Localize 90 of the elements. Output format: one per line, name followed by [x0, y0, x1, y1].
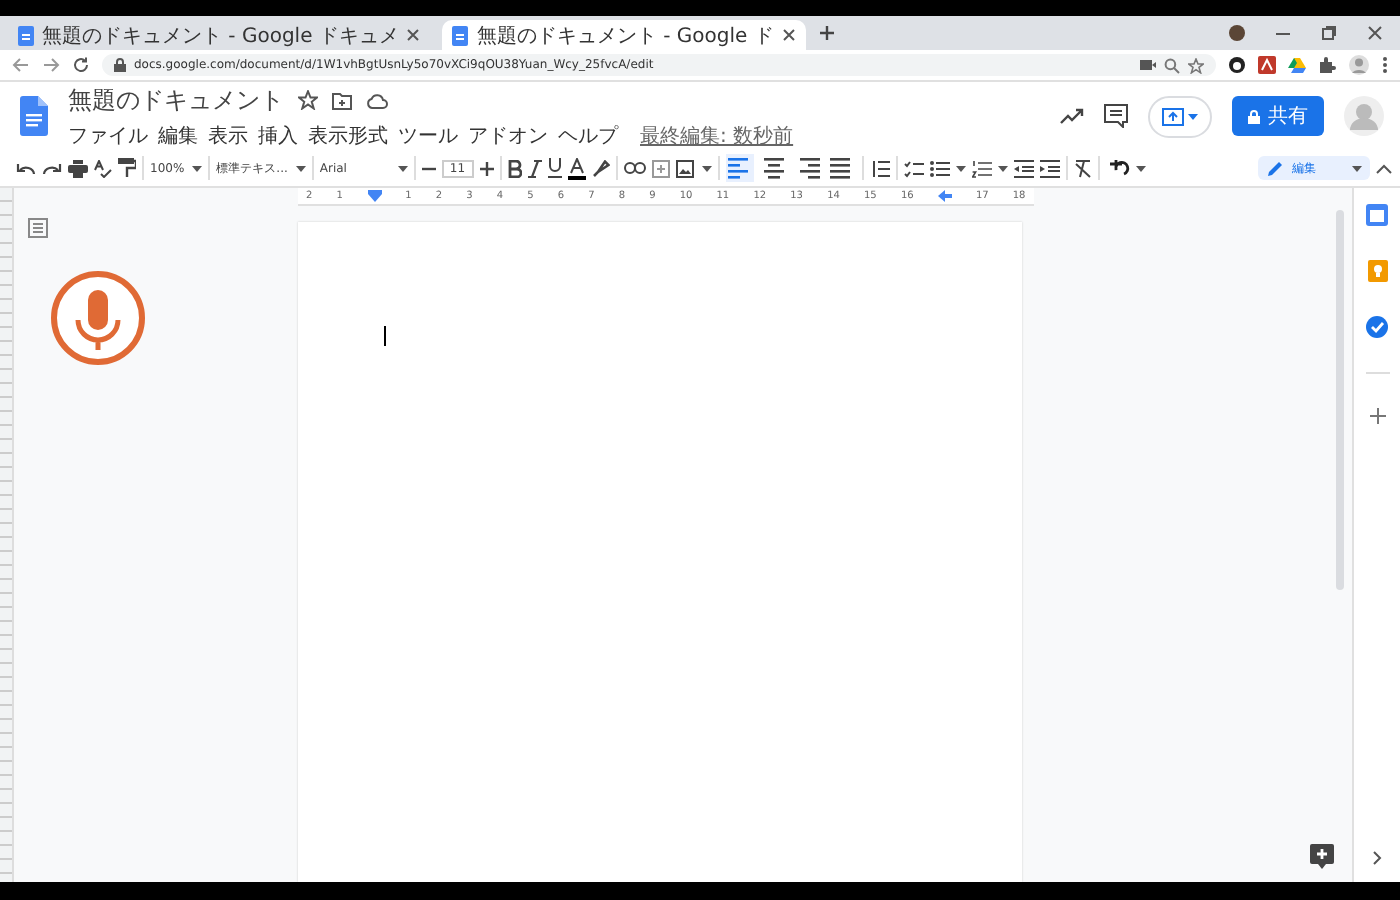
- restore-icon[interactable]: [1320, 24, 1338, 42]
- outline-icon[interactable]: [28, 218, 48, 238]
- italic-icon[interactable]: [527, 159, 542, 177]
- more-icon[interactable]: [1382, 56, 1388, 74]
- puzzle-icon[interactable]: [1318, 56, 1336, 74]
- right-indent-marker-icon[interactable]: [937, 190, 952, 202]
- lock-icon: [114, 58, 126, 72]
- trend-icon[interactable]: [1060, 108, 1084, 124]
- highlighter-icon[interactable]: [591, 159, 610, 177]
- caret-icon: [295, 165, 306, 171]
- profile-icon[interactable]: [1228, 24, 1246, 42]
- avatar-icon[interactable]: [1348, 54, 1370, 76]
- expand-icon[interactable]: [1372, 850, 1382, 866]
- close-icon[interactable]: [781, 28, 796, 42]
- close-icon[interactable]: [406, 28, 421, 42]
- caret-icon: [701, 165, 712, 171]
- increase-indent-icon[interactable]: [1039, 159, 1060, 177]
- menu-item[interactable]: ツール: [398, 121, 458, 149]
- add-comment-icon[interactable]: [1308, 842, 1336, 870]
- undo-icon[interactable]: [16, 161, 36, 175]
- menu-item[interactable]: ファイル: [68, 121, 148, 149]
- forward-icon[interactable]: [42, 56, 60, 74]
- print-icon[interactable]: [68, 159, 88, 177]
- menu-item[interactable]: アドオン: [468, 121, 548, 149]
- plus-icon[interactable]: [479, 161, 494, 175]
- star-icon[interactable]: [298, 90, 318, 110]
- cloud-icon[interactable]: [366, 91, 388, 109]
- present-button[interactable]: [1148, 95, 1212, 137]
- pencil-icon: [1266, 159, 1284, 177]
- caret-icon: [1188, 113, 1198, 119]
- menu-item[interactable]: 挿入: [258, 121, 298, 149]
- calendar-icon[interactable]: [1366, 204, 1388, 226]
- extension-icon[interactable]: [1228, 56, 1246, 74]
- decrease-indent-icon[interactable]: [1013, 159, 1034, 177]
- present-icon: [1162, 107, 1184, 125]
- caret-icon: [192, 165, 203, 171]
- lock-icon: [1248, 109, 1260, 123]
- indent-marker-icon[interactable]: [367, 190, 381, 202]
- last-edit-link[interactable]: 最終編集: 数秒前: [640, 121, 794, 149]
- new-tab-icon[interactable]: [817, 24, 836, 42]
- caret-icon[interactable]: [1135, 165, 1146, 171]
- caret-icon: [1352, 165, 1362, 171]
- document-title[interactable]: 無題のドキュメント: [68, 83, 284, 117]
- numbered-list-icon[interactable]: [971, 159, 992, 177]
- tasks-icon[interactable]: [1366, 316, 1388, 338]
- plus-icon[interactable]: [1369, 408, 1385, 424]
- tab-title: 無題のドキュメント - Google ドキュメ: [42, 23, 399, 49]
- menu-item[interactable]: 表示形式: [308, 121, 388, 149]
- line-spacing-icon[interactable]: [869, 159, 890, 177]
- star-icon[interactable]: [1188, 57, 1204, 73]
- document-icon: [18, 25, 34, 45]
- collapse-icon[interactable]: [1376, 163, 1392, 173]
- paint-format-icon[interactable]: [118, 158, 136, 178]
- folder-icon[interactable]: [332, 91, 352, 109]
- image-dropdown[interactable]: [675, 159, 712, 177]
- text-color-icon[interactable]: [567, 157, 586, 179]
- browser-tab[interactable]: 無題のドキュメント - Google ドキュメ: [8, 20, 431, 50]
- align-left-icon[interactable]: [725, 154, 754, 182]
- document-icon: [452, 25, 469, 45]
- bullet-list-icon[interactable]: [929, 159, 950, 177]
- image-icon: [675, 159, 694, 177]
- link-icon[interactable]: [623, 162, 646, 174]
- caret-icon[interactable]: [955, 165, 966, 171]
- back-icon[interactable]: [12, 56, 30, 74]
- align-center-icon[interactable]: [759, 154, 788, 182]
- reload-icon[interactable]: [72, 56, 90, 74]
- align-justify-icon[interactable]: [827, 154, 856, 182]
- underline-icon[interactable]: [547, 158, 562, 178]
- microphone-icon[interactable]: [50, 270, 146, 366]
- menu-item[interactable]: 編集: [158, 121, 198, 149]
- bold-icon[interactable]: [507, 159, 522, 177]
- zoom-icon[interactable]: [1164, 57, 1180, 73]
- spellcheck-icon[interactable]: [94, 159, 112, 177]
- close-icon[interactable]: [1366, 24, 1384, 42]
- caret-icon: [397, 165, 408, 171]
- caret-icon[interactable]: [997, 165, 1008, 171]
- clear-formatting-icon[interactable]: [1073, 159, 1092, 177]
- text-cursor: [384, 326, 386, 346]
- redo-icon[interactable]: [42, 161, 62, 175]
- checklist-icon[interactable]: [903, 159, 924, 177]
- comment-add-icon[interactable]: [651, 159, 670, 177]
- comment-icon[interactable]: [1104, 104, 1128, 128]
- tab-title: 無題のドキュメント - Google ド: [476, 23, 774, 49]
- drive-icon[interactable]: [1288, 56, 1306, 74]
- menu-item[interactable]: ヘルプ: [558, 121, 618, 149]
- menu-item[interactable]: 表示: [208, 121, 248, 149]
- share-button[interactable]: 共有: [1232, 96, 1324, 136]
- camera-icon[interactable]: [1140, 58, 1156, 72]
- browser-tab[interactable]: 無題のドキュメント - Google ド: [442, 20, 806, 50]
- docs-logo-icon[interactable]: [20, 96, 48, 136]
